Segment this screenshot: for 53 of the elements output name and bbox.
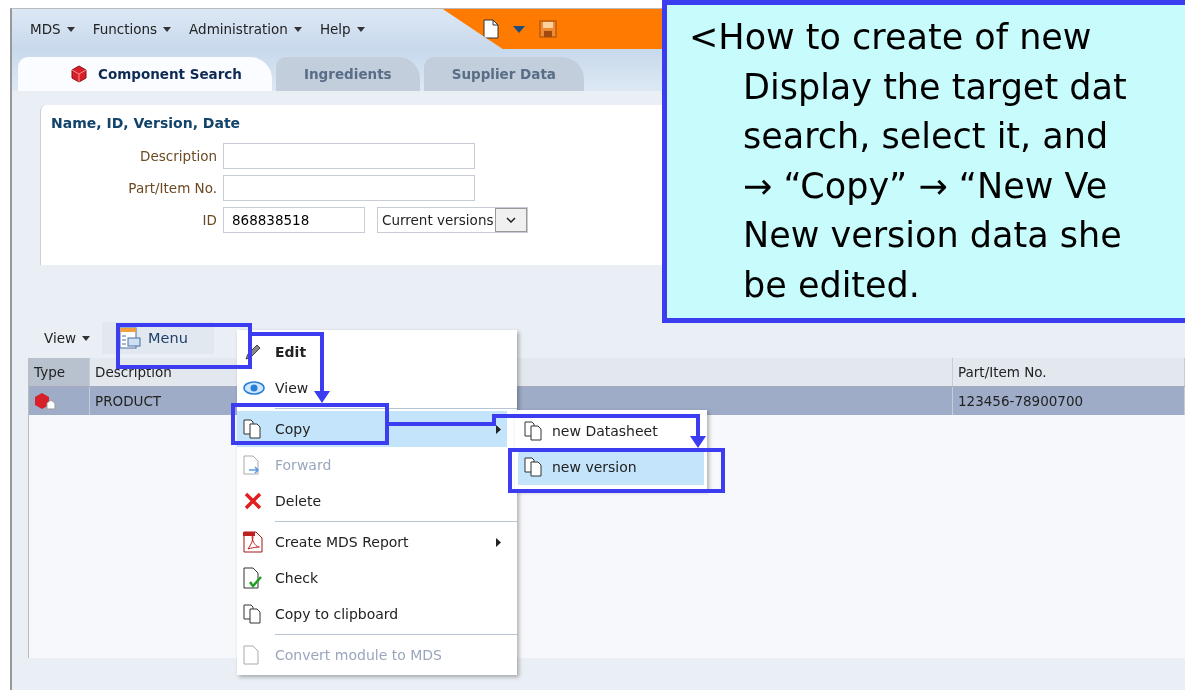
field-label: Description [139, 148, 217, 164]
menu-bar-item[interactable]: MDS [30, 21, 75, 37]
callout-text: be edited. [742, 263, 921, 307]
document-check-icon [243, 567, 263, 589]
input-field[interactable]: 868838518 [223, 207, 365, 233]
submenu-arrow-icon [496, 424, 501, 434]
document-arrow-icon [243, 455, 261, 475]
callout-text: New version data she [742, 214, 1123, 257]
cross-icon [243, 491, 263, 511]
caret-icon[interactable] [512, 25, 525, 33]
caret-icon [356, 26, 365, 32]
callout-text: Display the target dat [742, 65, 1128, 109]
field-label: ID [201, 212, 217, 228]
column-header: Type [29, 358, 90, 386]
input-field[interactable] [223, 175, 475, 201]
copy-icon [524, 457, 544, 477]
eye-icon [243, 381, 265, 395]
caret-icon [293, 26, 302, 32]
callout-text: → “Copy” → “New Ve [742, 164, 1109, 208]
document-icon [243, 645, 261, 665]
menu-bar-item[interactable]: Help [319, 21, 365, 37]
input-field[interactable] [223, 143, 475, 169]
column-header: Part/Item No. [953, 358, 1185, 386]
panel-title: Name, ID, Version, Date [51, 115, 242, 131]
pencil-icon [243, 342, 263, 362]
table-cell: 123456-78900700 [953, 387, 1185, 415]
menu-item[interactable]: Create MDS Report [237, 524, 507, 560]
menu-item[interactable]: new Datasheet [518, 413, 704, 449]
view-button[interactable]: View [44, 330, 91, 346]
menu-bar-item[interactable]: Functions [92, 21, 172, 37]
dropdown[interactable]: Current versions [377, 207, 529, 233]
save-icon[interactable] [538, 20, 557, 38]
form-icon [118, 326, 143, 350]
caret-icon [66, 26, 75, 32]
copy-icon [243, 604, 263, 624]
menu-item[interactable]: Delete [237, 483, 507, 519]
menu-item[interactable]: Copy to clipboard [237, 596, 507, 632]
caret-icon [82, 335, 91, 341]
field-label: Part/Item No. [127, 180, 217, 196]
submenu-arrow-icon [496, 537, 501, 547]
copy-icon [243, 419, 263, 439]
chevron-icon [506, 217, 517, 223]
copy-icon [524, 421, 544, 441]
menu-item[interactable]: Check [237, 560, 507, 596]
pdf-document-icon [243, 531, 263, 553]
caret-icon [163, 26, 172, 32]
new-document-icon[interactable] [482, 19, 499, 39]
product-icon [34, 392, 56, 410]
tab[interactable]: Component Search [18, 57, 272, 91]
callout-text: <How to create of new [689, 16, 1093, 59]
cube-icon [70, 65, 88, 83]
callout-text: search, select it, and [742, 115, 1110, 158]
menu-bar-item[interactable]: Administration [189, 21, 302, 37]
